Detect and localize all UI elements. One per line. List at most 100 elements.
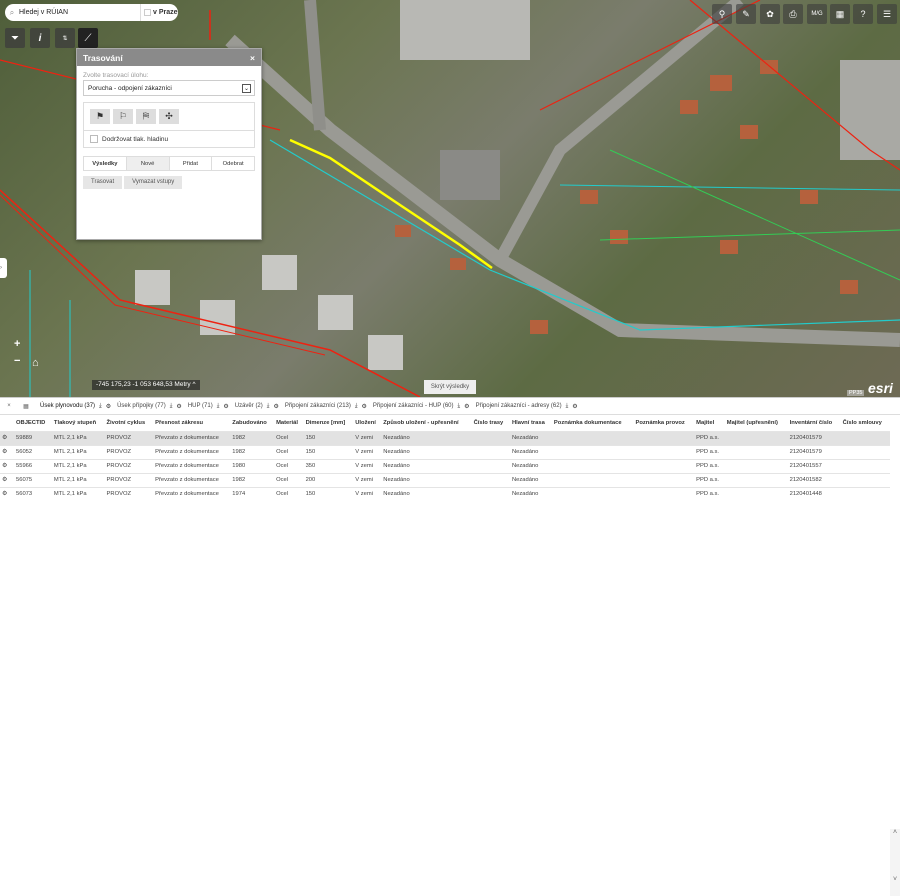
tab-label: HUP (71) — [187, 403, 213, 409]
result-tab[interactable]: Připojení zákazníci (213) ⤓ ⚙ — [279, 403, 367, 410]
scrollbar[interactable]: ˄ ˅ — [890, 829, 900, 896]
column-header[interactable]: Inventární číslo — [788, 415, 841, 431]
gear-icon[interactable]: ⚙ — [572, 403, 577, 410]
column-header[interactable]: Životní cyklus — [105, 415, 154, 431]
draw-tool-button[interactable]: ✎ — [736, 4, 756, 24]
flag-valve-icon[interactable]: ⛿ — [136, 109, 156, 124]
row-action[interactable]: ⚙ — [0, 444, 14, 459]
layers-tool-button[interactable]: ✿ — [760, 4, 780, 24]
city-checkbox[interactable] — [144, 9, 151, 16]
tab-remove[interactable]: Odebrat — [212, 157, 254, 170]
close-icon[interactable]: × — [250, 53, 255, 63]
dialog-header[interactable]: Trasování × — [77, 49, 261, 66]
scroll-up-icon[interactable]: ˄ — [890, 829, 900, 836]
info-button[interactable]: i — [30, 28, 50, 48]
result-tab[interactable]: Úsek plynovodu (37) ⤓ ⚙ — [34, 403, 111, 410]
task-value: Porucha - odpojení zákazníci — [88, 84, 172, 92]
trace-run-button[interactable]: Trasovat — [83, 176, 123, 189]
map-badge: PP35 — [847, 390, 865, 396]
zoom-out-button[interactable]: − — [14, 355, 20, 367]
coordinates-toggle[interactable]: ^ — [193, 381, 196, 388]
table-cell — [724, 458, 788, 473]
task-select[interactable]: Porucha - odpojení zákazníci ⌄ — [83, 80, 255, 96]
tab-new[interactable]: Nové — [126, 157, 170, 170]
column-header[interactable]: Majitel — [694, 415, 725, 431]
zoom-to-feature-icon[interactable]: ⚙ — [2, 463, 7, 469]
search-box[interactable]: ⌕ Hledej v RÚIAN v Praze — [5, 4, 178, 21]
flag-barrier-icon[interactable]: ⚐ — [113, 109, 133, 124]
table-row[interactable]: ⚙ 56075 MTL 2,1 kPa PROVOZ Převzato z dokume… — [0, 472, 890, 487]
column-header[interactable]: Poznámka dokumentace — [552, 415, 634, 431]
row-action[interactable]: ⚙ — [0, 472, 14, 487]
column-header[interactable]: Uložení — [353, 415, 381, 431]
tab-add[interactable]: Přidat — [170, 157, 213, 170]
table-cell: 350 — [303, 458, 354, 473]
zoom-to-feature-icon[interactable]: ⚙ — [2, 477, 7, 483]
zoom-to-feature-icon[interactable]: ⚙ — [2, 435, 7, 441]
table-row[interactable]: ⚙ 56073 MTL 2,1 kPa PROVOZ Převzato z dokume… — [0, 486, 890, 501]
measure-tool-button[interactable]: ⚲ — [712, 4, 732, 24]
flag-clear-icon[interactable]: ✣ — [159, 109, 179, 124]
hide-results-button[interactable]: Skrýt výsledky — [424, 380, 476, 394]
download-icon[interactable]: ⤓ — [458, 403, 461, 410]
zoom-to-feature-icon[interactable]: ⚙ — [2, 491, 7, 497]
row-action[interactable]: ⚙ — [0, 430, 14, 445]
map-view[interactable]: ⌕ Hledej v RÚIAN v Praze ⏷ i ⇅ ⟋ Trasová… — [0, 0, 900, 397]
download-icon[interactable]: ⤓ — [217, 403, 220, 410]
result-tab[interactable]: Připojení zákazníci - HUP (60) ⤓ ⚙ — [367, 403, 470, 410]
pressure-level-checkbox[interactable]: Dodržovat tlak. hladinu — [84, 131, 254, 147]
home-icon[interactable]: ⌂ — [32, 357, 39, 369]
table-cell — [551, 472, 634, 487]
side-panel-handle[interactable]: › — [0, 258, 7, 278]
column-header[interactable]: Číslo smlouvy — [841, 415, 890, 431]
table-icon[interactable]: ▦ — [18, 403, 34, 410]
column-header[interactable]: Majitel (upřesnění) — [725, 415, 788, 431]
column-header[interactable]: Poznámka provoz — [633, 415, 694, 431]
column-header[interactable]: Materiál — [274, 415, 304, 431]
row-action[interactable]: ⚙ — [0, 458, 14, 473]
table-cell: Převzato z dokumentace — [153, 458, 231, 473]
zoom-to-feature-icon[interactable]: ⚙ — [2, 449, 7, 455]
help-button[interactable]: ? — [853, 4, 873, 24]
row-action[interactable]: ⚙ — [0, 486, 14, 501]
column-header[interactable]: Číslo trasy — [472, 415, 510, 431]
city-filter[interactable]: v Praze — [140, 4, 178, 21]
checkbox[interactable] — [90, 135, 98, 143]
column-header[interactable] — [0, 415, 14, 431]
result-tab[interactable]: Uzávěr (2) ⤓ ⚙ — [229, 403, 279, 410]
column-header[interactable]: Způsob uložení - upřesnění — [381, 415, 471, 431]
close-icon[interactable]: × — [0, 403, 18, 409]
download-icon[interactable]: ⤓ — [355, 403, 358, 410]
menu-button[interactable]: ☰ — [877, 4, 897, 24]
column-header[interactable]: Zabudováno — [230, 415, 274, 431]
tracing-dialog: Trasování × Zvolte trasovací úlohu: Poruc… — [76, 48, 262, 240]
flag-start-icon[interactable]: ⚑ — [90, 109, 110, 124]
download-icon[interactable]: ⤓ — [99, 403, 102, 410]
table-row[interactable]: ⚙ 56052 MTL 2,1 kPa PROVOZ Převzato z dokume… — [0, 444, 890, 459]
tab-results[interactable]: Výsledky — [84, 157, 127, 170]
search-input[interactable]: Hledej v RÚIAN — [19, 9, 140, 16]
download-icon[interactable]: ⤓ — [566, 403, 569, 410]
basemap-button[interactable]: ▦ — [830, 4, 850, 24]
trace-button[interactable]: ⟋ — [78, 28, 98, 48]
column-header[interactable]: Dimenze [mm] — [304, 415, 354, 431]
download-icon[interactable]: ⤓ — [170, 403, 173, 410]
clear-inputs-button[interactable]: Vymazat vstupy — [124, 176, 183, 189]
result-tab[interactable]: Připojení zákazníci - adresy (62) ⤓ ⚙ — [470, 403, 578, 410]
print-button[interactable]: ⎙ — [783, 4, 803, 24]
result-tab[interactable]: HUP (71) ⤓ ⚙ — [182, 403, 229, 410]
filter-button[interactable]: ⏷ — [5, 28, 25, 48]
scale-button[interactable]: ⇅ — [55, 28, 75, 48]
zoom-in-button[interactable]: + — [14, 338, 20, 350]
table-row[interactable]: ⚙ 55966 MTL 2,1 kPa PROVOZ Převzato z dokume… — [0, 458, 890, 473]
result-tab[interactable]: Úsek přípojky (77) ⤓ ⚙ — [111, 403, 182, 410]
table-row[interactable]: ⚙ 59889 MTL 2,1 kPa PROVOZ Převzato z dokume… — [0, 430, 890, 445]
column-header[interactable]: Hlavní trasa — [510, 415, 552, 431]
column-header[interactable]: Tlakový stupeň — [52, 415, 105, 431]
table-cell: MTL 2,1 kPa — [51, 444, 105, 459]
column-header[interactable]: OBJECTID — [14, 415, 52, 431]
download-icon[interactable]: ⤓ — [267, 403, 270, 410]
column-header[interactable]: Přesnost zákresu — [153, 415, 230, 431]
mg-button[interactable]: M/G — [807, 4, 827, 24]
scroll-down-icon[interactable]: ˅ — [890, 876, 900, 883]
